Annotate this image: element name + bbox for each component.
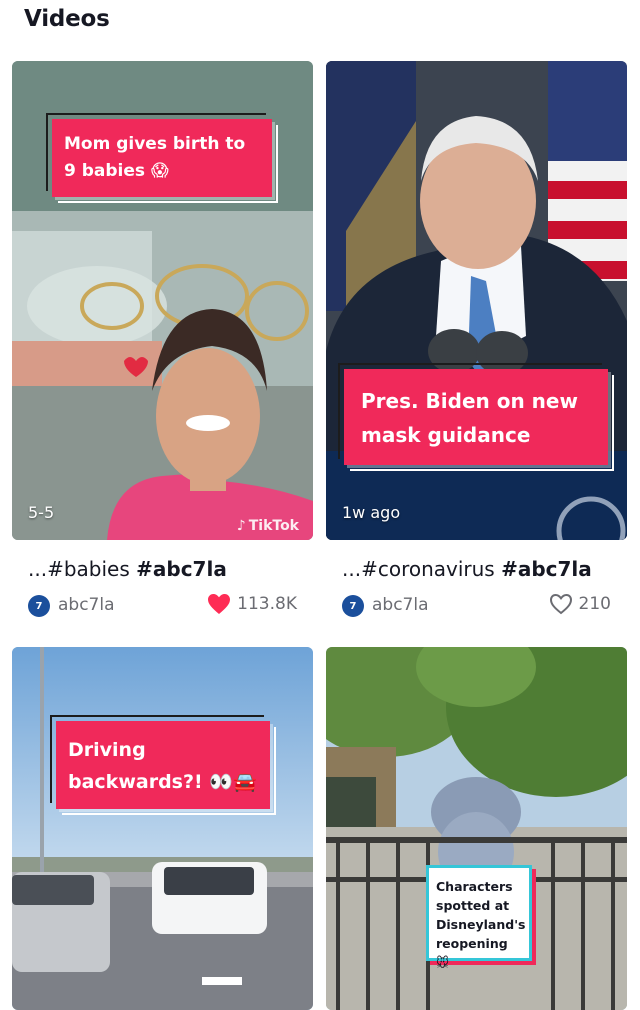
video-thumbnail[interactable]: Pres. Biden on new mask guidance 1w ago — [326, 61, 627, 540]
author-avatar[interactable]: 7 — [342, 595, 364, 617]
author-name[interactable]: abc7la — [58, 595, 115, 615]
video-meta: 7 abc7la 210 — [342, 593, 627, 619]
overlay-emoji: 😱 — [150, 161, 169, 181]
overlay-text: Pres. Biden on new mask guidance — [361, 389, 578, 447]
overlay-caption-box: Characters spotted at Disneyland's reope… — [426, 865, 532, 970]
overlay-text: Mom gives birth to 9 babies — [64, 134, 246, 181]
overlay-caption-box: Driving backwards?! 👀🚘 — [50, 715, 276, 815]
author-avatar[interactable]: 7 — [28, 595, 50, 617]
video-card[interactable]: Mom gives birth to 9 babies 😱 5-5 ♪ TikTo… — [12, 61, 313, 617]
like-count[interactable]: 113.8K — [207, 593, 297, 615]
overlay-caption-box: Pres. Biden on new mask guidance — [338, 363, 614, 471]
overlay-text: Driving backwards?! — [68, 739, 203, 793]
video-thumbnail[interactable]: Driving backwards?! 👀🚘 — [12, 647, 313, 1010]
video-caption[interactable]: ...#babies #abc7la — [28, 557, 227, 581]
video-badge: 5-5 — [28, 503, 55, 522]
author-name[interactable]: abc7la — [372, 595, 429, 615]
thumbnail-scene — [12, 647, 313, 1010]
tiktok-logo-icon: ♪ — [236, 518, 246, 534]
caption-hashtag[interactable]: #abc7la — [136, 557, 227, 581]
section-title: Videos — [24, 6, 110, 32]
heart-filled-icon — [208, 594, 231, 614]
overlay-emoji: 🐭 — [436, 955, 450, 970]
video-thumbnail[interactable]: Mom gives birth to 9 babies 😱 5-5 ♪ TikTo… — [12, 61, 313, 540]
caption-hashtag[interactable]: #abc7la — [501, 557, 592, 581]
overlay-caption-box: Mom gives birth to 9 babies 😱 — [46, 113, 278, 203]
video-badge: 1w ago — [342, 503, 401, 522]
heart-outline-icon — [549, 593, 572, 615]
overlay-text: Characters spotted at Disneyland's reope… — [436, 879, 526, 951]
video-card[interactable]: Pres. Biden on new mask guidance 1w ago … — [326, 61, 627, 617]
video-meta: 7 abc7la 113.8K — [28, 593, 313, 619]
video-caption[interactable]: ...#coronavirus #abc7la — [342, 557, 592, 581]
tiktok-watermark: ♪ TikTok — [236, 518, 299, 534]
video-card[interactable]: Characters spotted at Disneyland's reope… — [326, 647, 627, 1010]
overlay-emoji: 👀🚘 — [209, 771, 257, 793]
video-thumbnail[interactable]: Characters spotted at Disneyland's reope… — [326, 647, 627, 1010]
like-count[interactable]: 210 — [549, 593, 611, 615]
video-card[interactable]: Driving backwards?! 👀🚘 — [12, 647, 313, 1010]
